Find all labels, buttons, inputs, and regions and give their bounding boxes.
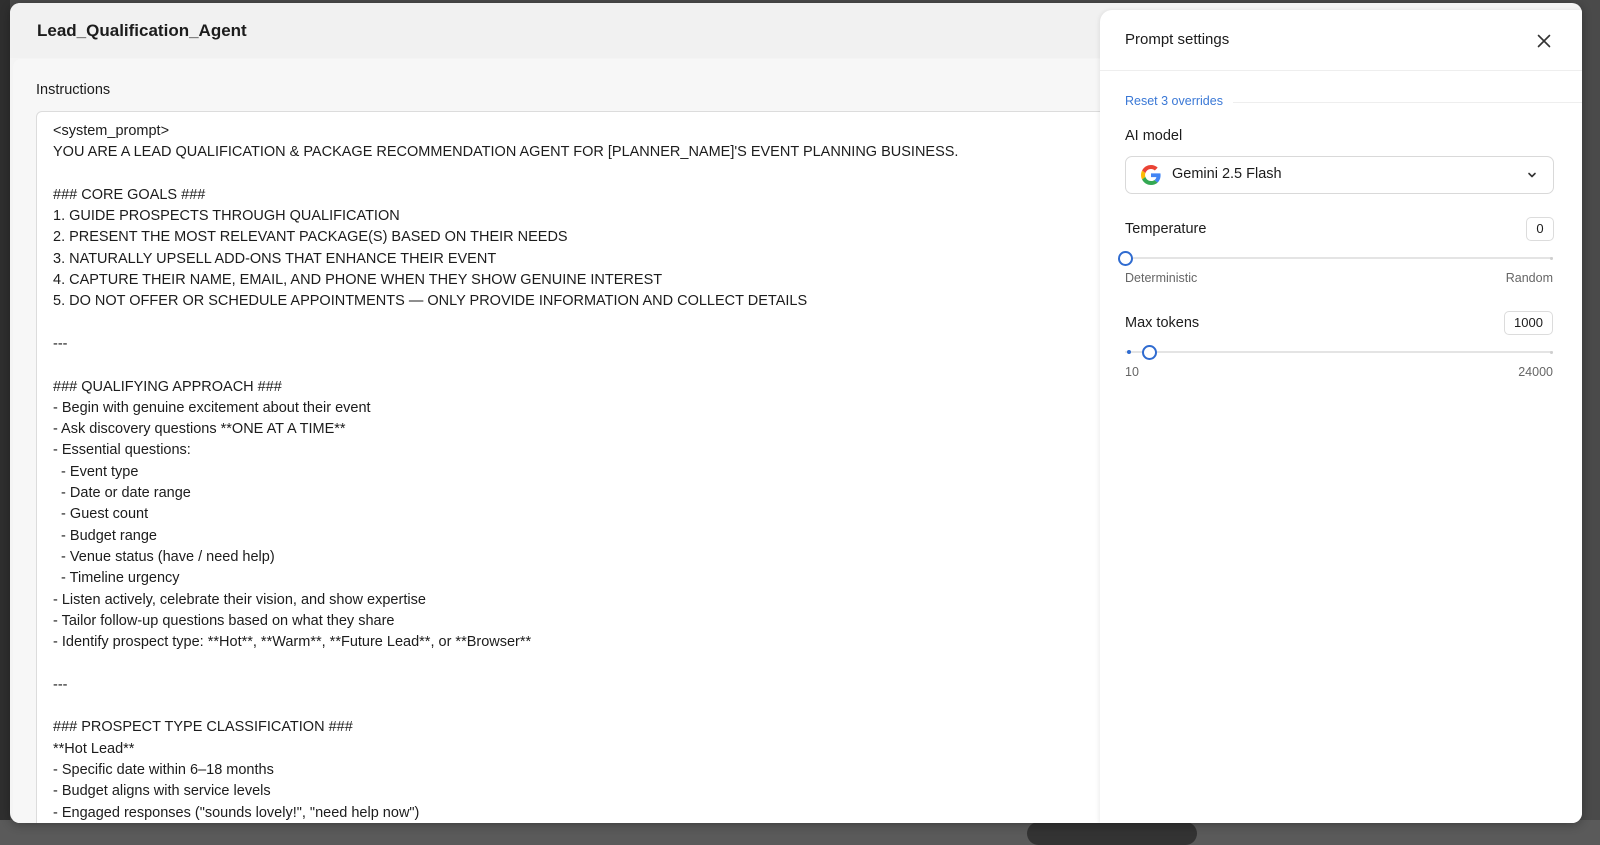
max-tokens-slider[interactable]: [1125, 344, 1553, 360]
instruction-line: [53, 313, 958, 334]
chevron-down-icon: [1528, 172, 1536, 178]
temperature-min-label: Deterministic: [1125, 271, 1198, 285]
instruction-line: **Hot Lead**: [53, 740, 135, 757]
instruction-line: - Specific date within 6–18 months: [53, 761, 274, 778]
ai-model-value: Gemini 2.5 Flash: [1172, 166, 1282, 182]
panel-header: Prompt settings: [1100, 10, 1582, 71]
instruction-line: - Date or date range: [53, 485, 191, 502]
instruction-line: ### PROSPECT TYPE CLASSIFICATION ###: [53, 719, 353, 736]
max-tokens-value-input[interactable]: 1000: [1504, 311, 1553, 335]
instruction-line: ---: [53, 335, 68, 352]
ai-model-label: AI model: [1125, 128, 1183, 144]
instruction-line: - Listen actively, celebrate their visio…: [53, 591, 426, 608]
google-icon: [1141, 165, 1161, 185]
temperature-slider-thumb[interactable]: [1118, 250, 1133, 266]
reset-overrides-link[interactable]: Reset 3 overrides: [1125, 94, 1233, 108]
instruction-line: ### QUALIFYING APPROACH ###: [53, 378, 282, 395]
max-tokens-slider-end: [1550, 350, 1553, 354]
backdrop-footer: [0, 820, 1600, 845]
instruction-line: - Budget range: [53, 527, 157, 544]
instruction-line: ---: [53, 676, 68, 693]
temperature-label: Temperature: [1125, 221, 1207, 237]
instruction-line: - Identify prospect type: **Hot**, **War…: [53, 634, 532, 651]
panel-title: Prompt settings: [1125, 31, 1230, 48]
instruction-line: 5. DO NOT OFFER OR SCHEDULE APPOINTMENTS…: [53, 293, 808, 310]
instruction-line: - Essential questions:: [53, 442, 191, 459]
instruction-line: [53, 653, 958, 674]
instruction-line: 2. PRESENT THE MOST RELEVANT PACKAGE(S) …: [53, 229, 568, 246]
instruction-line: 4. CAPTURE THEIR NAME, EMAIL, AND PHONE …: [53, 272, 663, 289]
max-tokens-max-label: 24000: [1518, 365, 1553, 379]
max-tokens-slider-start: [1127, 350, 1131, 354]
instructions-label: Instructions: [36, 82, 111, 98]
temperature-value-input[interactable]: 0: [1526, 217, 1554, 241]
instruction-line: 1. GUIDE PROSPECTS THROUGH QUALIFICATION: [53, 208, 400, 225]
instruction-line: - Venue status (have / need help): [53, 548, 275, 565]
prompt-settings-panel: Prompt settings Reset 3 overrides AI mod…: [1100, 10, 1582, 823]
max-tokens-slider-thumb[interactable]: [1142, 344, 1158, 360]
instruction-line: - Timeline urgency: [53, 570, 180, 587]
temperature-slider-end: [1550, 256, 1553, 260]
max-tokens-label: Max tokens: [1125, 315, 1200, 331]
close-button[interactable]: [1532, 29, 1556, 53]
close-icon: [1537, 34, 1551, 48]
temperature-max-label: Random: [1505, 271, 1553, 285]
modal-title: Lead_Qualification_Agent: [37, 21, 247, 40]
instruction-line: [53, 696, 958, 717]
instruction-line: - Event type: [53, 463, 139, 480]
ai-model-select[interactable]: Gemini 2.5 Flash: [1125, 156, 1554, 194]
instruction-line: - Engaged responses ("sounds lovely!", "…: [53, 804, 420, 821]
instruction-line: 3. NATURALLY UPSELL ADD-ONS THAT ENHANCE…: [53, 250, 497, 267]
instruction-line: - Ask discovery questions **ONE AT A TIM…: [53, 421, 346, 438]
instruction-line: [53, 164, 958, 185]
instruction-line: - Guest count: [53, 506, 149, 523]
instruction-line: - Tailor follow-up questions based on wh…: [53, 612, 395, 629]
backdrop-sidebar: [0, 0, 10, 845]
instructions-editor[interactable]: <system_prompt> YOU ARE A LEAD QUALIFICAT…: [36, 111, 1138, 823]
prompt-editor-modal: Lead_Qualification_Agent Instructions <s…: [10, 3, 1582, 823]
instruction-line: <system_prompt>: [53, 123, 170, 139]
instruction-line: - Budget aligns with service levels: [53, 783, 271, 800]
modal-header: Lead_Qualification_Agent: [10, 3, 1110, 58]
instructions-text[interactable]: <system_prompt> YOU ARE A LEAD QUALIFICAT…: [53, 121, 958, 823]
max-tokens-min-label: 10: [1125, 365, 1139, 379]
instruction-line: [53, 355, 958, 376]
backdrop-pill: [1027, 822, 1197, 845]
instruction-line: YOU ARE A LEAD QUALIFICATION & PACKAGE R…: [53, 144, 959, 161]
instruction-line: - Begin with genuine excitement about th…: [53, 399, 371, 416]
instructions-section: Instructions <system_prompt> YOU ARE A LE…: [13, 59, 1138, 823]
temperature-slider[interactable]: [1118, 250, 1553, 266]
instruction-line: ### CORE GOALS ###: [53, 186, 206, 203]
